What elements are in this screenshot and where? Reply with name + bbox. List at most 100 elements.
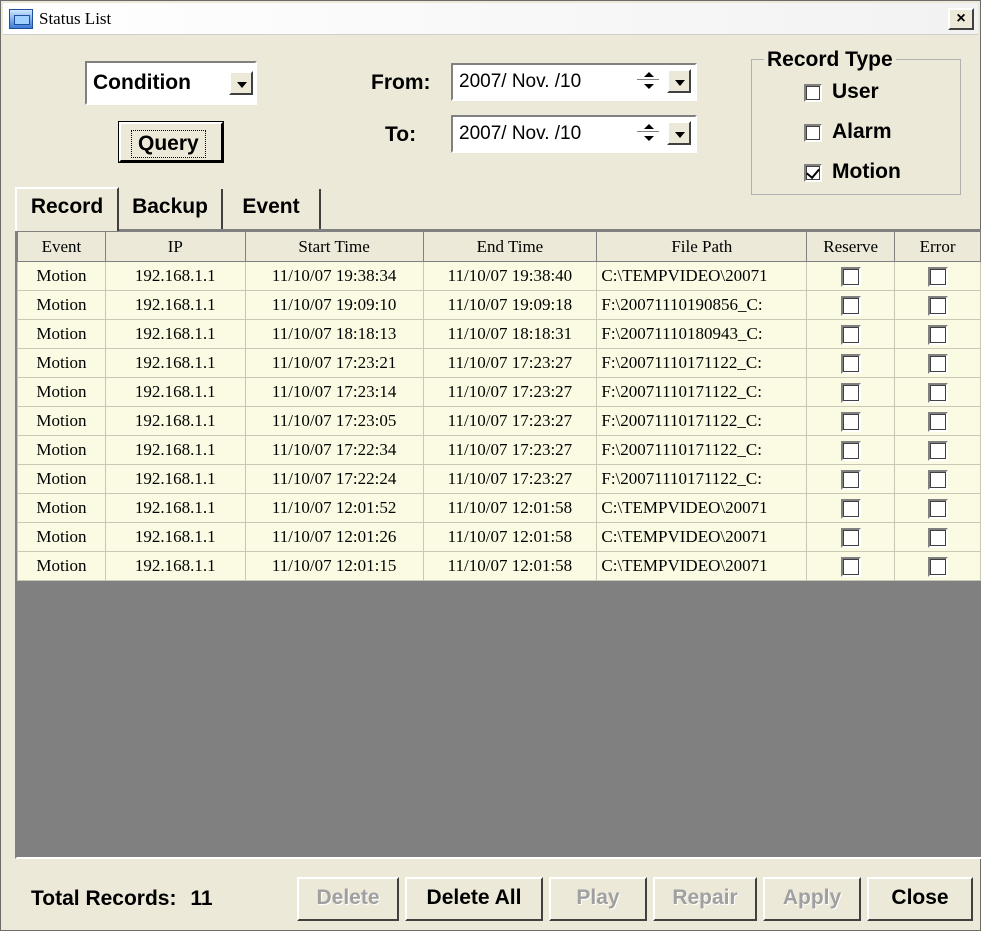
cell-error xyxy=(894,464,981,494)
tab-event[interactable]: Event xyxy=(223,189,321,229)
motion-checkbox-label: Motion xyxy=(832,160,901,183)
cell-end-time: 11/10/07 19:09:18 xyxy=(422,290,598,320)
cell-event: Motion xyxy=(17,493,106,523)
alarm-checkbox-label: Alarm xyxy=(832,120,892,143)
total-records: Total Records: 11 xyxy=(31,887,213,911)
cell-event: Motion xyxy=(17,522,106,552)
chevron-down-icon[interactable] xyxy=(229,71,253,95)
table-row[interactable]: Motion 192.168.1.1 11/10/07 12:01:52 11/10/… xyxy=(17,493,981,523)
window-title: Status List xyxy=(39,9,112,28)
cell-ip: 192.168.1.1 xyxy=(104,522,246,552)
reserve-checkbox[interactable] xyxy=(840,353,861,374)
table-row[interactable]: Motion 192.168.1.1 11/10/07 19:38:34 11/10/… xyxy=(17,261,981,291)
close-button[interactable]: Close xyxy=(867,877,973,921)
error-checkbox[interactable] xyxy=(927,469,948,490)
reserve-checkbox[interactable] xyxy=(840,556,861,577)
cell-end-time: 11/10/07 12:01:58 xyxy=(422,551,598,581)
record-type-title: Record Type xyxy=(764,48,896,72)
table-row[interactable]: Motion 192.168.1.1 11/10/07 17:23:05 11/10/… xyxy=(17,406,981,436)
reserve-checkbox[interactable] xyxy=(840,498,861,519)
from-date-dropdown-icon[interactable] xyxy=(667,69,691,93)
column-header-event[interactable]: Event xyxy=(17,231,106,262)
reserve-checkbox[interactable] xyxy=(840,266,861,287)
cell-file-path: F:\20071110190856_C: xyxy=(596,290,808,320)
to-date-value: 2007/ Nov. /10 xyxy=(459,123,582,144)
column-header-start-time[interactable]: Start Time xyxy=(244,231,424,262)
error-checkbox[interactable] xyxy=(927,382,948,403)
cell-ip: 192.168.1.1 xyxy=(104,551,246,581)
cell-reserve xyxy=(806,406,896,436)
total-records-label: Total Records: xyxy=(31,887,177,910)
to-date-spinner-icon[interactable] xyxy=(637,120,663,148)
condition-select-value: Condition xyxy=(93,71,191,94)
cell-ip: 192.168.1.1 xyxy=(104,406,246,436)
query-button[interactable]: Query xyxy=(118,121,224,163)
cell-start-time: 11/10/07 17:23:14 xyxy=(244,377,424,407)
error-checkbox[interactable] xyxy=(927,295,948,316)
delete-all-button[interactable]: Delete All xyxy=(405,877,543,921)
cell-reserve xyxy=(806,319,896,349)
reserve-checkbox[interactable] xyxy=(840,469,861,490)
cell-start-time: 11/10/07 19:38:34 xyxy=(244,261,424,291)
column-header-reserve[interactable]: Reserve xyxy=(806,231,896,262)
reserve-checkbox[interactable] xyxy=(840,382,861,403)
title-bar[interactable]: Status List × xyxy=(3,3,978,35)
error-checkbox[interactable] xyxy=(927,266,948,287)
user-checkbox[interactable] xyxy=(804,84,822,102)
to-date-dropdown-icon[interactable] xyxy=(667,121,691,145)
table-row[interactable]: Motion 192.168.1.1 11/10/07 12:01:15 11/10/… xyxy=(17,551,981,581)
table-row[interactable]: Motion 192.168.1.1 11/10/07 17:23:14 11/10/… xyxy=(17,377,981,407)
repair-button[interactable]: Repair xyxy=(653,877,757,921)
table-row[interactable]: Motion 192.168.1.1 11/10/07 17:22:34 11/10/… xyxy=(17,435,981,465)
error-checkbox[interactable] xyxy=(927,527,948,548)
table-row[interactable]: Motion 192.168.1.1 11/10/07 18:18:13 11/10/… xyxy=(17,319,981,349)
table-row[interactable]: Motion 192.168.1.1 11/10/07 19:09:10 11/10/… xyxy=(17,290,981,320)
apply-button[interactable]: Apply xyxy=(763,877,861,921)
to-date-picker[interactable]: 2007/ Nov. /10 xyxy=(451,115,697,153)
cell-start-time: 11/10/07 17:22:24 xyxy=(244,464,424,494)
column-header-error[interactable]: Error xyxy=(894,231,981,262)
from-date-picker[interactable]: 2007/ Nov. /10 xyxy=(451,63,697,101)
table-row[interactable]: Motion 192.168.1.1 11/10/07 12:01:26 11/10/… xyxy=(17,522,981,552)
from-date-spinner-icon[interactable] xyxy=(637,68,663,96)
cell-end-time: 11/10/07 12:01:58 xyxy=(422,493,598,523)
play-button[interactable]: Play xyxy=(549,877,647,921)
cell-file-path: C:\TEMPVIDEO\20071 xyxy=(596,551,808,581)
cell-end-time: 11/10/07 17:23:27 xyxy=(422,348,598,378)
error-checkbox[interactable] xyxy=(927,324,948,345)
alarm-checkbox[interactable] xyxy=(804,124,822,142)
condition-select[interactable]: Condition xyxy=(85,61,257,105)
column-header-file-path[interactable]: File Path xyxy=(596,231,808,262)
tab-record[interactable]: Record xyxy=(15,187,119,231)
cell-end-time: 11/10/07 17:23:27 xyxy=(422,377,598,407)
cell-end-time: 11/10/07 17:23:27 xyxy=(422,406,598,436)
reserve-checkbox[interactable] xyxy=(840,440,861,461)
cell-file-path: C:\TEMPVIDEO\20071 xyxy=(596,493,808,523)
reserve-checkbox[interactable] xyxy=(840,411,861,432)
record-table-panel[interactable]: Event IP Start Time End Time File Path R… xyxy=(15,229,981,859)
to-label: To: xyxy=(385,123,417,146)
reserve-checkbox[interactable] xyxy=(840,527,861,548)
cell-ip: 192.168.1.1 xyxy=(104,290,246,320)
error-checkbox[interactable] xyxy=(927,556,948,577)
delete-button[interactable]: Delete xyxy=(297,877,399,921)
table-row[interactable]: Motion 192.168.1.1 11/10/07 17:22:24 11/10/… xyxy=(17,464,981,494)
cell-end-time: 11/10/07 17:23:27 xyxy=(422,464,598,494)
error-checkbox[interactable] xyxy=(927,498,948,519)
cell-event: Motion xyxy=(17,464,106,494)
tab-backup[interactable]: Backup xyxy=(119,189,223,229)
reserve-checkbox[interactable] xyxy=(840,295,861,316)
table-row[interactable]: Motion 192.168.1.1 11/10/07 17:23:21 11/10/… xyxy=(17,348,981,378)
cell-end-time: 11/10/07 18:18:31 xyxy=(422,319,598,349)
error-checkbox[interactable] xyxy=(927,440,948,461)
column-header-end-time[interactable]: End Time xyxy=(422,231,598,262)
cell-error xyxy=(894,261,981,291)
motion-checkbox[interactable] xyxy=(804,164,822,182)
cell-ip: 192.168.1.1 xyxy=(104,348,246,378)
error-checkbox[interactable] xyxy=(927,411,948,432)
error-checkbox[interactable] xyxy=(927,353,948,374)
reserve-checkbox[interactable] xyxy=(840,324,861,345)
cell-event: Motion xyxy=(17,435,106,465)
window-close-button[interactable]: × xyxy=(948,8,974,30)
column-header-ip[interactable]: IP xyxy=(104,231,246,262)
